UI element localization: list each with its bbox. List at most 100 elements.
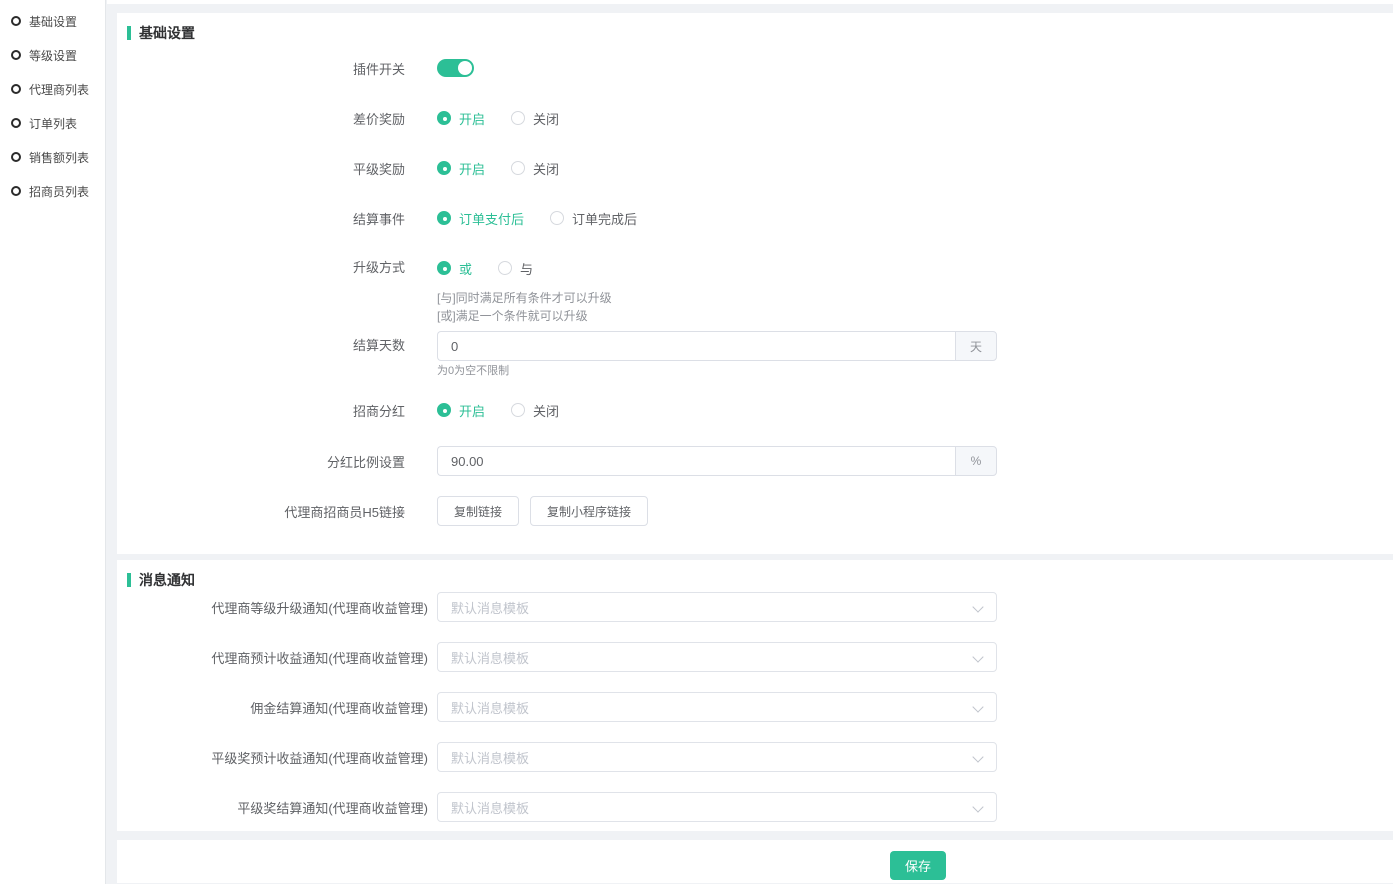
plugin-switch-toggle[interactable] [437, 59, 474, 77]
sidebar-item-basic-settings[interactable]: 基础设置 [0, 4, 105, 38]
radio-same-level-off[interactable]: 关闭 [511, 159, 559, 178]
field-label: 平级奖预计收益通知(代理商收益管理) [127, 748, 437, 767]
radio-same-level-on[interactable]: 开启 [437, 159, 485, 178]
input-box [437, 446, 955, 476]
sidebar-item-label: 等级设置 [29, 47, 77, 64]
section-title-notify: 消息通知 [127, 570, 1393, 590]
row-invest-dividend: 招商分红 开启 关闭 [127, 385, 1393, 435]
field-label: 佣金结算通知(代理商收益管理) [127, 698, 437, 717]
dividend-ratio-unit: % [955, 446, 997, 476]
sidebar-item-order-list[interactable]: 订单列表 [0, 106, 105, 140]
radio-label: 订单支付后 [459, 209, 524, 228]
circle-icon [11, 152, 21, 162]
radio-label: 订单完成后 [572, 209, 637, 228]
section-title-text: 基础设置 [139, 23, 195, 43]
circle-icon [11, 16, 21, 26]
radio-icon [498, 261, 512, 275]
field-label: 代理商招商员H5链接 [127, 502, 437, 521]
chevron-down-icon [972, 601, 983, 612]
field-label: 插件开关 [127, 59, 437, 78]
dividend-ratio-input-group: % [437, 446, 997, 476]
radio-icon [437, 211, 451, 225]
select-placeholder: 默认消息模板 [451, 748, 529, 767]
circle-icon [11, 50, 21, 60]
radio-upgrade-and[interactable]: 与 [498, 259, 533, 278]
radio-price-diff-on[interactable]: 开启 [437, 109, 485, 128]
radio-label: 与 [520, 259, 533, 278]
field-label: 结算事件 [127, 209, 437, 228]
radio-invest-dividend-off[interactable]: 关闭 [511, 401, 559, 420]
radio-label: 开启 [459, 401, 485, 420]
sidebar-item-recruiter-list[interactable]: 招商员列表 [0, 174, 105, 208]
field-label: 差价奖励 [127, 109, 437, 128]
row-price-diff-reward: 差价奖励 开启 关闭 [127, 93, 1393, 143]
field-label: 代理商预计收益通知(代理商收益管理) [127, 648, 437, 667]
sidebar-item-label: 代理商列表 [29, 81, 89, 98]
circle-icon [11, 186, 21, 196]
circle-icon [11, 84, 21, 94]
agent-expected-income-notify-select[interactable]: 默认消息模板 [437, 642, 997, 672]
basic-settings-card: 基础设置 插件开关 差价奖励 开启 关闭 [117, 13, 1393, 554]
save-button[interactable]: 保存 [890, 851, 946, 880]
upgrade-mode-tips: [与]同时满足所有条件才可以升级 [或]满足一个条件就可以升级 [437, 289, 612, 325]
same-level-expected-notify-select[interactable]: 默认消息模板 [437, 742, 997, 772]
radio-icon [511, 403, 525, 417]
section-bar [127, 26, 131, 40]
field-label: 代理商等级升级通知(代理商收益管理) [127, 598, 437, 617]
row-agent-expected-income-notify: 代理商预计收益通知(代理商收益管理) 默认消息模板 [127, 642, 1393, 672]
radio-settle-after-complete[interactable]: 订单完成后 [550, 209, 637, 228]
sidebar-item-level-settings[interactable]: 等级设置 [0, 38, 105, 72]
select-placeholder: 默认消息模板 [451, 598, 529, 617]
radio-icon [437, 111, 451, 125]
radio-label: 关闭 [533, 159, 559, 178]
copy-link-button[interactable]: 复制链接 [437, 496, 519, 526]
sidebar-item-agent-list[interactable]: 代理商列表 [0, 72, 105, 106]
row-same-level-reward: 平级奖励 开启 关闭 [127, 143, 1393, 193]
radio-price-diff-off[interactable]: 关闭 [511, 109, 559, 128]
field-label: 平级奖励 [127, 159, 437, 178]
radio-label: 关闭 [533, 401, 559, 420]
row-agent-level-upgrade-notify: 代理商等级升级通知(代理商收益管理) 默认消息模板 [127, 592, 1393, 622]
radio-icon [550, 211, 564, 225]
field-label: 平级奖结算通知(代理商收益管理) [127, 798, 437, 817]
copy-miniprogram-link-button[interactable]: 复制小程序链接 [530, 496, 648, 526]
radio-invest-dividend-on[interactable]: 开启 [437, 401, 485, 420]
radio-label: 关闭 [533, 109, 559, 128]
field-label: 分红比例设置 [127, 452, 437, 471]
row-settle-days: 结算天数 天 为0为空不限制 [127, 331, 1393, 379]
select-placeholder: 默认消息模板 [451, 798, 529, 817]
settle-days-unit: 天 [955, 331, 997, 361]
radio-icon [511, 161, 525, 175]
radio-upgrade-or[interactable]: 或 [437, 259, 472, 278]
commission-settle-notify-select[interactable]: 默认消息模板 [437, 692, 997, 722]
row-same-level-expected-notify: 平级奖预计收益通知(代理商收益管理) 默认消息模板 [127, 742, 1393, 772]
circle-icon [11, 118, 21, 128]
dividend-ratio-input[interactable] [438, 447, 955, 475]
radio-label: 或 [459, 259, 472, 278]
sidebar-item-sales-list[interactable]: 销售额列表 [0, 140, 105, 174]
radio-settle-after-pay[interactable]: 订单支付后 [437, 209, 524, 228]
field-label: 升级方式 [127, 243, 437, 293]
settle-days-input-group: 天 [437, 331, 997, 361]
message-notify-card: 消息通知 代理商等级升级通知(代理商收益管理) 默认消息模板 代理商预计收益通知… [117, 560, 1393, 831]
row-upgrade-mode: 升级方式 或 与 [与]同时满足所有条件才可以升级 [或]满足一个条件就可以升级 [127, 243, 1393, 325]
settle-days-input[interactable] [438, 332, 955, 360]
agent-level-upgrade-notify-select[interactable]: 默认消息模板 [437, 592, 997, 622]
section-title-basic: 基础设置 [127, 23, 1393, 43]
section-title-text: 消息通知 [139, 570, 195, 590]
sidebar-item-label: 销售额列表 [29, 149, 89, 166]
radio-icon [511, 111, 525, 125]
radio-icon [437, 161, 451, 175]
radio-label: 开启 [459, 109, 485, 128]
main-content: 基础设置 插件开关 差价奖励 开启 关闭 [117, 0, 1393, 883]
tip-line: [或]满足一个条件就可以升级 [437, 307, 612, 325]
input-box [437, 331, 955, 361]
row-plugin-switch: 插件开关 [127, 43, 1393, 93]
chevron-down-icon [972, 701, 983, 712]
select-placeholder: 默认消息模板 [451, 698, 529, 717]
sidebar-item-label: 招商员列表 [29, 183, 89, 200]
sidebar-item-label: 基础设置 [29, 13, 77, 30]
radio-label: 开启 [459, 159, 485, 178]
save-bar: 保存 [117, 840, 1393, 883]
same-level-settle-notify-select[interactable]: 默认消息模板 [437, 792, 997, 822]
